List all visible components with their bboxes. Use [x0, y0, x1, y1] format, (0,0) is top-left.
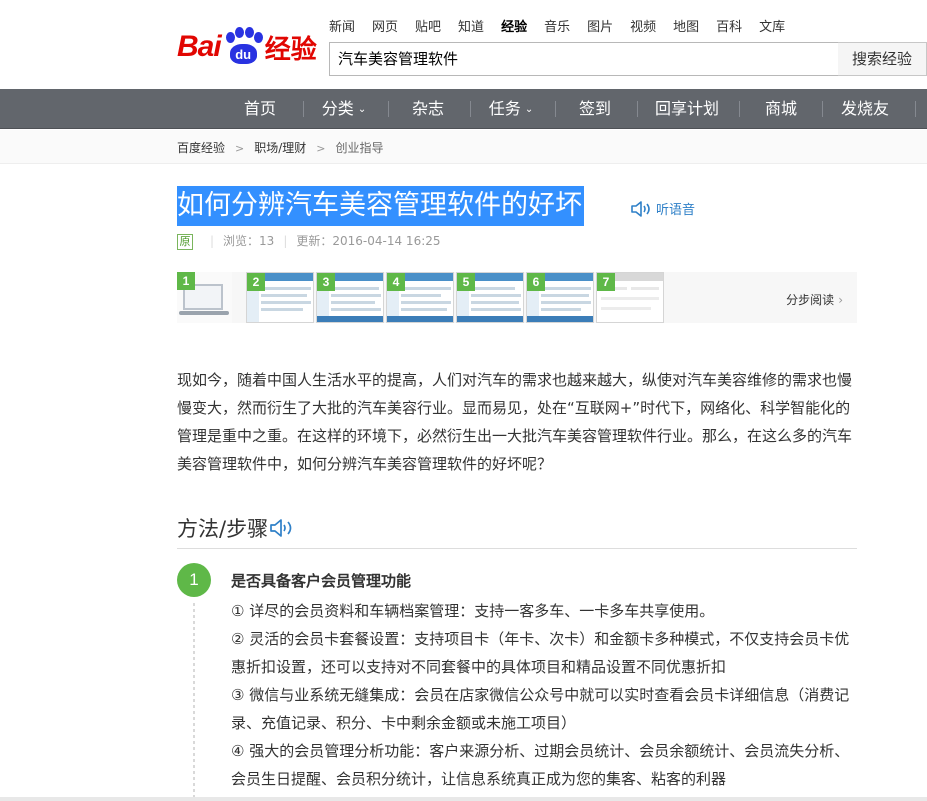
nav-fans[interactable]: 发烧友: [832, 89, 898, 129]
update-time: 更新：2016-04-14 16:25: [296, 234, 441, 248]
site-header: Bai du 经验 新闻 网页 贴吧 知道 经验 音乐 图片 视频 地图 百科 …: [0, 0, 927, 88]
step-thumbnail-2[interactable]: 2: [246, 272, 314, 323]
step-thumbnail-4[interactable]: 4: [386, 272, 454, 323]
chevron-right-icon: >: [316, 142, 326, 155]
chevron-right-icon: >: [235, 142, 245, 155]
article-intro: 现如今，随着中国人生活水平的提高，人们对汽车的需求也越来越大，纵使对汽车美容维修…: [177, 371, 853, 473]
topnav-news[interactable]: 新闻: [329, 16, 355, 35]
logo-text-jingyan: 经验: [264, 34, 317, 65]
paw-icon: du: [223, 27, 263, 67]
step-thumbnail-5[interactable]: 5: [456, 272, 524, 323]
step-title: 是否具备客户会员管理功能: [231, 572, 412, 590]
main-navigation-bar: 首页 分类 ⌄ 杂志 任务 ⌄ 签到 回享计划 商城 发烧友: [0, 89, 927, 129]
logo-text-bai: Bai: [177, 30, 222, 63]
breadcrumb-home[interactable]: 百度经验: [177, 141, 225, 155]
view-count: 浏览：13: [223, 234, 275, 248]
step-line: ④ 强大的会员管理分析功能：客户来源分析、过期会员统计、会员余额统计、会员流失分…: [231, 742, 850, 788]
nav-category[interactable]: 分类 ⌄: [313, 89, 375, 129]
original-badge: 原: [177, 234, 193, 250]
nav-tasks-label: 任务: [488, 99, 521, 118]
nav-magazine[interactable]: 杂志: [398, 89, 458, 129]
method-heading-label: 方法/步骤: [177, 517, 269, 541]
step-line: ③ 微信与业系统无缝集成：会员在店家微信公众号中就可以实时查看会员卡详细信息（消…: [231, 686, 850, 732]
step-thumbnail-3[interactable]: 3: [316, 272, 384, 323]
step-thumbnail-strip: 1 2 3 4 5 6 7 分步阅读 ›: [177, 272, 857, 323]
breadcrumb-startup-guide[interactable]: 创业指导: [336, 141, 384, 155]
top-navigation: 新闻 网页 贴吧 知道 经验 音乐 图片 视频 地图 百科 文库: [329, 16, 802, 35]
search-button[interactable]: 搜索经验: [838, 42, 927, 76]
nav-checkin[interactable]: 签到: [565, 89, 625, 129]
nav-huixiang[interactable]: 回享计划: [647, 89, 727, 129]
breadcrumb-bar: 百度经验 > 职场/理财 > 创业指导: [0, 130, 927, 164]
topnav-baike[interactable]: 百科: [716, 16, 742, 35]
nav-magazine-label: 杂志: [411, 99, 444, 118]
article-meta: 原 | 浏览：13 | 更新：2016-04-14 16:25: [177, 232, 441, 250]
nav-mall-label: 商城: [764, 99, 797, 118]
step-read-label: 分步阅读: [786, 293, 835, 307]
topnav-tieba[interactable]: 贴吧: [415, 16, 441, 35]
nav-tasks[interactable]: 任务 ⌄: [480, 89, 542, 129]
nav-checkin-label: 签到: [578, 99, 611, 118]
nav-mall[interactable]: 商城: [749, 89, 813, 129]
topnav-jingyan[interactable]: 经验: [501, 16, 527, 35]
breadcrumb-career-finance[interactable]: 职场/理财: [254, 141, 306, 155]
step-line: ① 详尽的会员资料和车辆档案管理：支持一客多车、一卡多车共享使用。: [231, 602, 715, 620]
nav-fans-label: 发烧友: [840, 99, 889, 118]
chevron-down-icon: ⌄: [524, 104, 534, 115]
thumbnail-number: 5: [457, 273, 475, 291]
step-timeline-rail: [193, 603, 195, 801]
thumbnail-number: 4: [387, 273, 405, 291]
thumbnail-number: 2: [247, 273, 265, 291]
logo-text-du: du: [229, 44, 257, 64]
method-heading: 方法/步骤: [177, 513, 298, 543]
nav-huixiang-label: 回享计划: [654, 99, 719, 118]
breadcrumb: 百度经验 > 职场/理财 > 创业指导: [177, 139, 384, 156]
chevron-right-icon: ›: [838, 293, 843, 307]
topnav-web[interactable]: 网页: [372, 16, 398, 35]
thumbnail-number: 7: [597, 273, 615, 291]
step-thumbnail-7[interactable]: 7: [596, 272, 664, 323]
nav-home-label: 首页: [243, 99, 276, 118]
thumbnail-number: 3: [317, 273, 335, 291]
step-line: ② 灵活的会员卡套餐设置：支持项目卡（年卡、次卡）和金额卡多种模式，不仅支持会员…: [231, 630, 850, 676]
topnav-images[interactable]: 图片: [587, 16, 613, 35]
search-input[interactable]: 汽车美容管理软件: [329, 42, 839, 76]
step-number-badge: 1: [177, 563, 211, 597]
topnav-video[interactable]: 视频: [630, 16, 656, 35]
listen-audio-label: 听语音: [656, 203, 696, 218]
nav-home[interactable]: 首页: [230, 89, 290, 129]
topnav-zhidao[interactable]: 知道: [458, 16, 484, 35]
baidu-jingyan-logo[interactable]: Bai du 经验: [177, 22, 317, 72]
speaker-icon[interactable]: [268, 518, 298, 543]
step-thumbnail-6[interactable]: 6: [526, 272, 594, 323]
topnav-music[interactable]: 音乐: [544, 16, 570, 35]
thumbnail-number: 1: [177, 272, 195, 290]
nav-category-label: 分类: [321, 99, 354, 118]
listen-audio-button[interactable]: 听语音: [630, 199, 695, 222]
speaker-icon: [630, 200, 656, 222]
step-content: ① 详尽的会员资料和车辆档案管理：支持一客多车、一卡多车共享使用。 ② 灵活的会…: [231, 597, 861, 793]
thumbnail-number: 6: [527, 273, 545, 291]
chevron-down-icon: ⌄: [357, 104, 367, 115]
topnav-wenku[interactable]: 文库: [759, 16, 785, 35]
horizontal-scrollbar[interactable]: [0, 797, 927, 801]
step-read-link[interactable]: 分步阅读 ›: [786, 291, 843, 308]
topnav-map[interactable]: 地图: [673, 16, 699, 35]
step-thumbnail-1[interactable]: 1: [177, 272, 232, 323]
divider: [177, 548, 857, 549]
article-title: 如何分辨汽车美容管理软件的好坏: [177, 186, 584, 226]
